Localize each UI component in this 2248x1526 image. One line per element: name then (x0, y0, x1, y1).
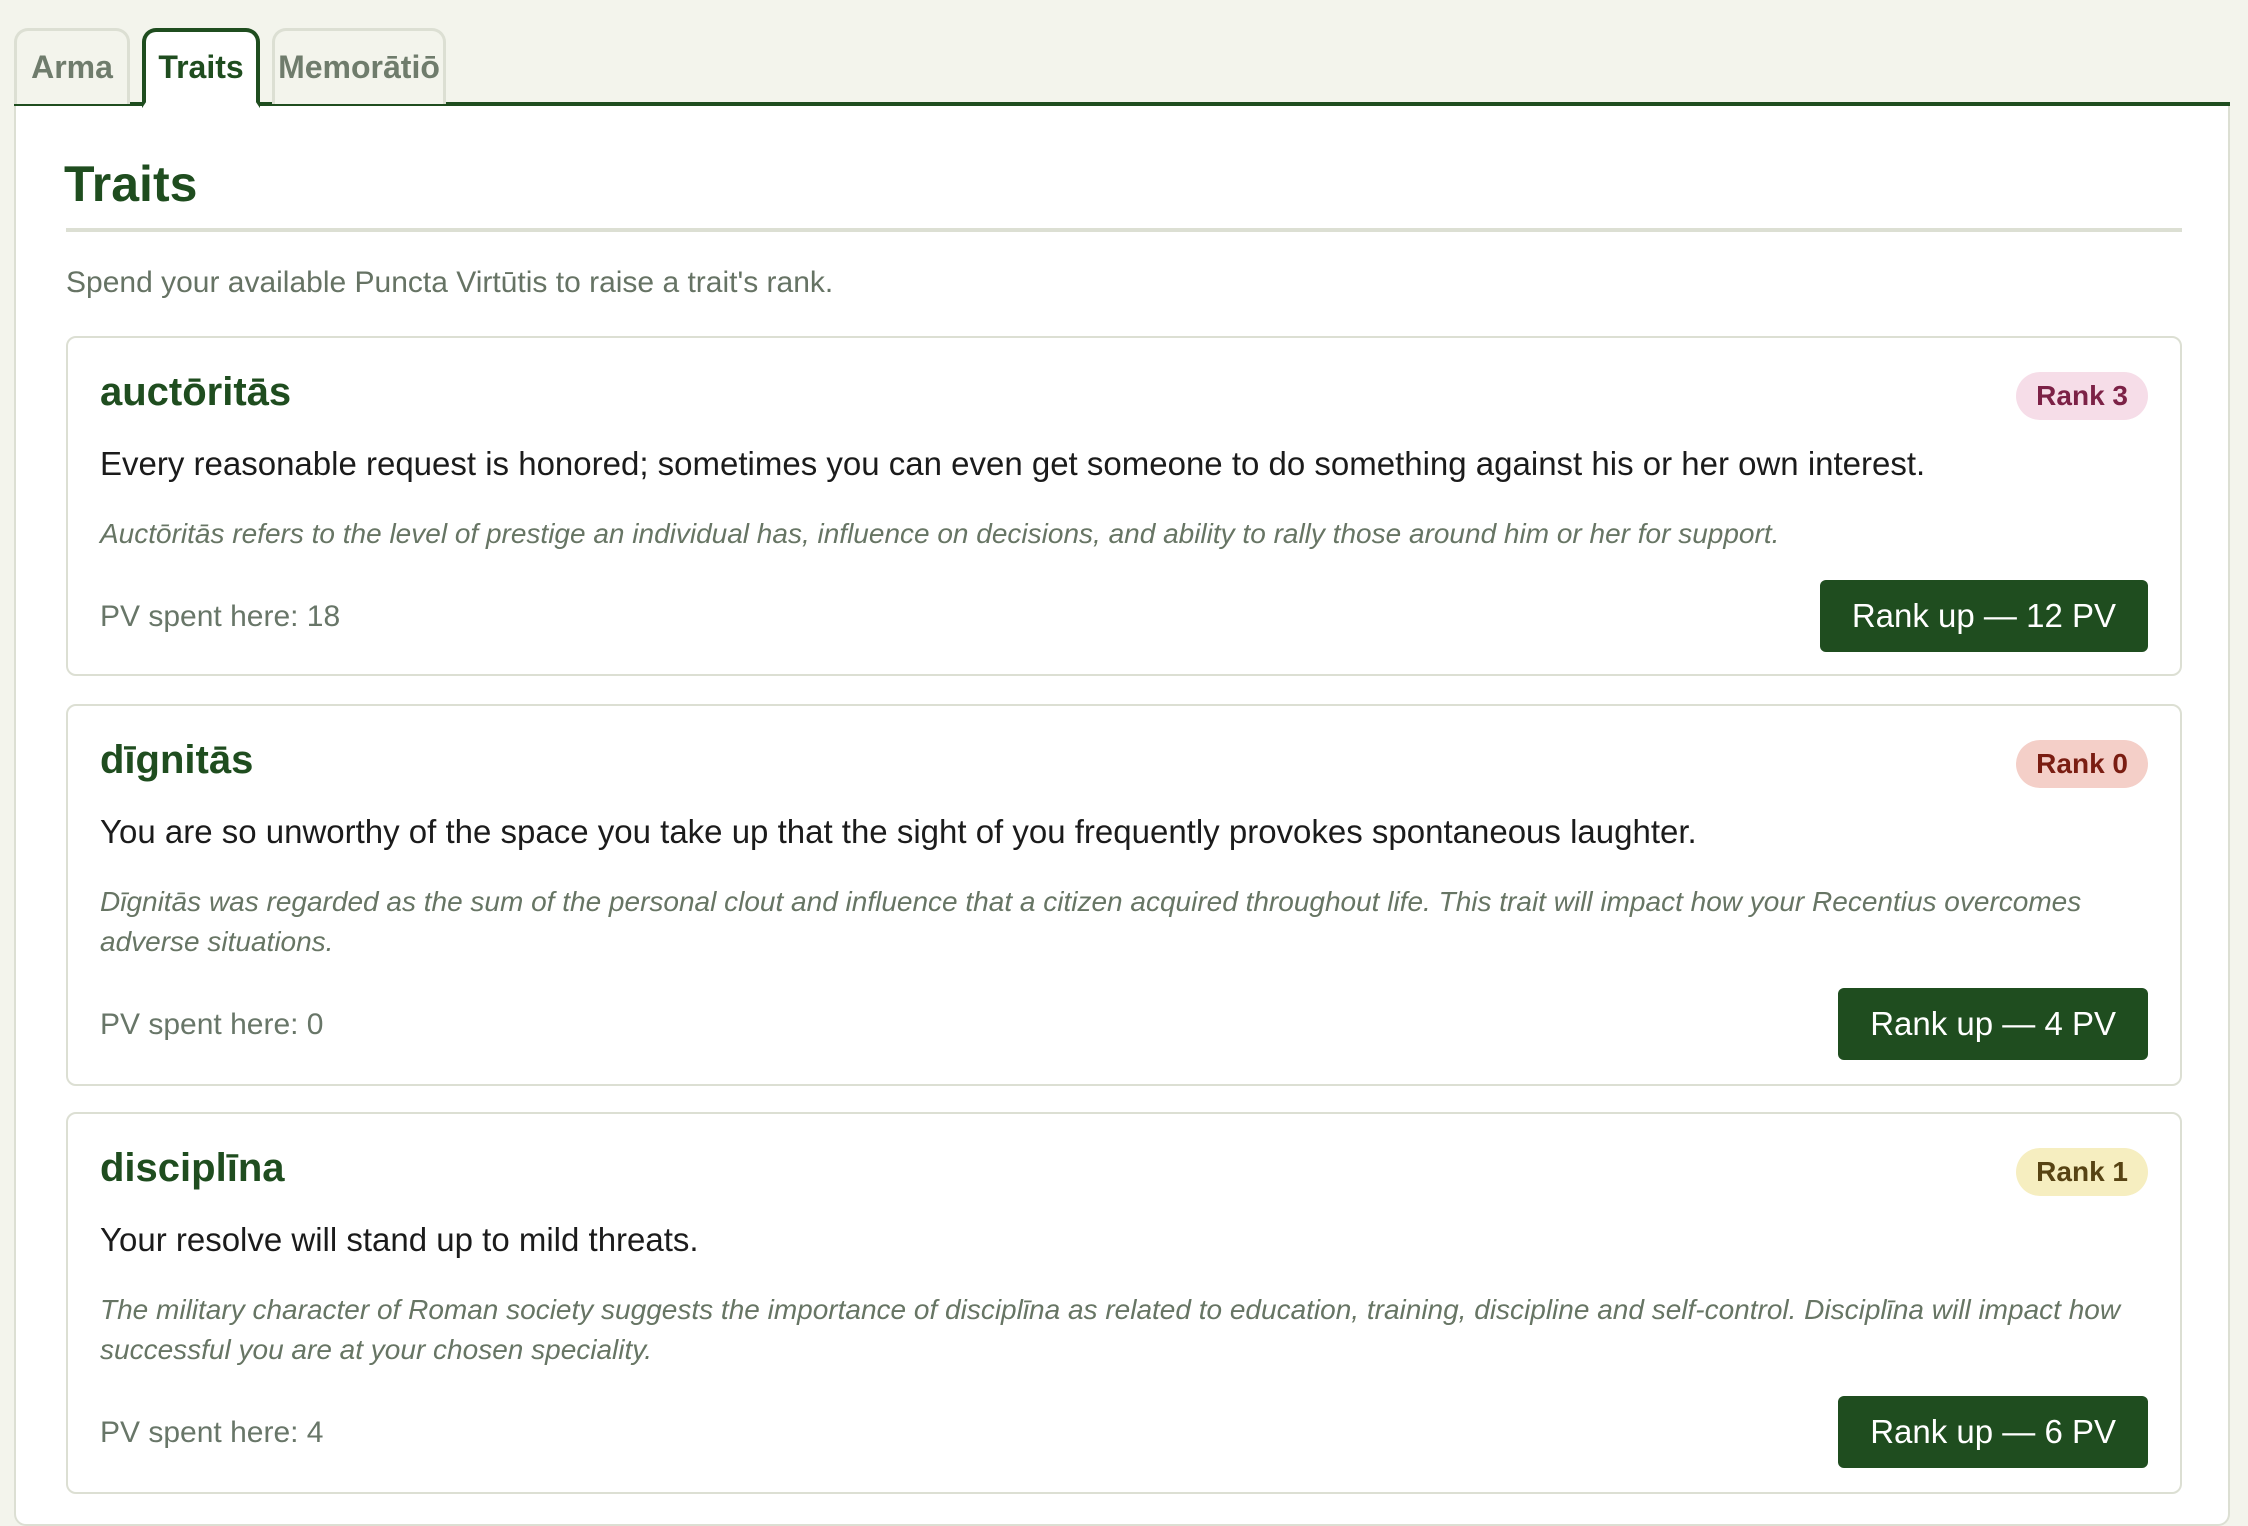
trait-effect: Your resolve will stand up to mild threa… (100, 1221, 699, 1258)
intro-text: Spend your available Puncta Virtūtis to … (66, 266, 834, 299)
trait-lore: The military character of Roman society … (100, 1294, 2121, 1365)
trait-card-auctoritas: auctōritās Rank 3 Every reasonable reque… (66, 336, 2182, 676)
rank-up-button[interactable]: Rank up — 4 PV (1838, 988, 2148, 1060)
tab-memoratio[interactable]: Memorātiō (272, 28, 446, 104)
pv-spent: PV spent here: 4 (100, 1416, 324, 1449)
tab-traits[interactable]: Traits (142, 28, 260, 108)
rank-badge: Rank 3 (2016, 372, 2148, 420)
trait-lore: Auctōritās refers to the level of presti… (100, 518, 1780, 549)
page-title: Traits (64, 156, 198, 212)
pv-spent: PV spent here: 18 (100, 600, 341, 633)
trait-effect: Every reasonable request is honored; som… (100, 445, 1926, 482)
trait-card-disciplina: disciplīna Rank 1 Your resolve will stan… (66, 1112, 2182, 1494)
trait-name: dīgnitās (100, 738, 254, 782)
traits-panel: Traits Spend your available Puncta Virtū… (14, 106, 2230, 1526)
rank-up-button[interactable]: Rank up — 6 PV (1838, 1396, 2148, 1468)
rank-badge: Rank 0 (2016, 740, 2148, 788)
tab-arma[interactable]: Arma (14, 28, 130, 104)
rank-up-button[interactable]: Rank up — 12 PV (1819, 580, 2148, 652)
trait-lore: Dīgnitās was regarded as the sum of the … (100, 886, 2082, 957)
trait-card-dignitas: dīgnitās Rank 0 You are so unworthy of t… (66, 704, 2182, 1086)
pv-spent: PV spent here: 0 (100, 1008, 324, 1041)
title-divider (66, 228, 2182, 232)
trait-name: auctōritās (100, 370, 292, 414)
rank-badge: Rank 1 (2016, 1148, 2148, 1196)
tab-bar: Arma Traits Memorātiō (14, 28, 446, 108)
trait-name: disciplīna (100, 1146, 285, 1190)
trait-effect: You are so unworthy of the space you tak… (100, 813, 1697, 850)
